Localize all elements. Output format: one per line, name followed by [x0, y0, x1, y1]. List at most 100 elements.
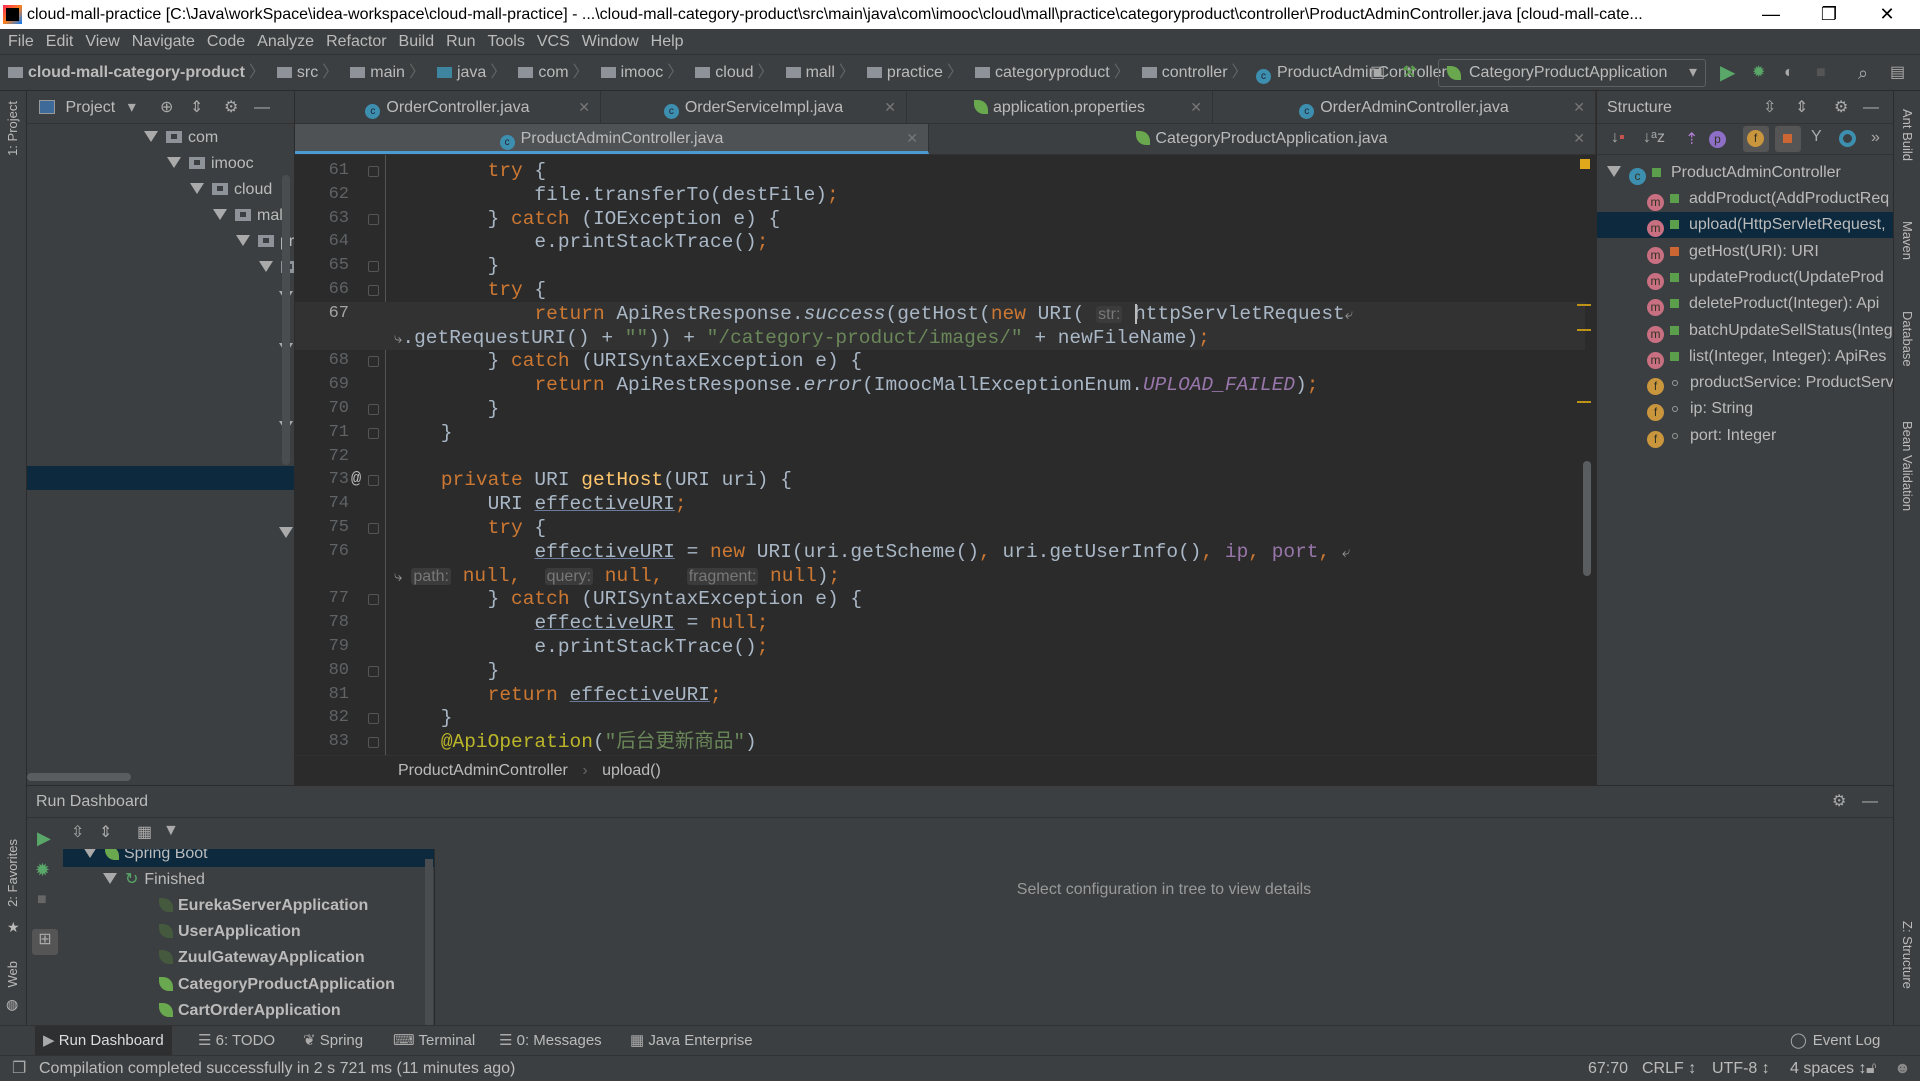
code-line[interactable]: 73 @ private URI getHost(URI uri) { — [295, 468, 1585, 492]
menu-vcs[interactable]: VCS — [537, 33, 570, 50]
tab-productadmincontroller-java[interactable]: c ProductAdminController.java ✕ — [295, 124, 929, 154]
z-structure-tool-button[interactable]: Z: Structure — [1900, 921, 1915, 989]
code-line[interactable]: 74 URI effectiveURI; — [295, 492, 1585, 516]
nav-crumb[interactable]: cloud-mall-category-product 〉 — [0, 55, 265, 91]
favorites-tool-button[interactable]: 2: Favorites — [5, 839, 20, 907]
nav-crumb[interactable]: src 〉 — [269, 55, 338, 91]
menu-window[interactable]: Window — [582, 33, 639, 50]
tool-tab-java-enterprise[interactable]: ▦ Java Enterprise — [622, 1026, 761, 1056]
structure-item[interactable]: m addProduct(AddProductReq — [1597, 186, 1893, 212]
structure-item[interactable]: m list(Integer, Integer): ApiRes — [1597, 344, 1893, 370]
run-with-coverage-icon[interactable]: ◐ — [1784, 55, 1794, 91]
fold-marker-icon[interactable] — [368, 737, 379, 749]
tab-ordercontroller-java[interactable]: c OrderController.java ✕ — [295, 91, 601, 123]
close-tab-icon[interactable]: ✕ — [1190, 91, 1202, 124]
run-config-item[interactable]: CartOrderApplication — [159, 998, 341, 1024]
stop-icon[interactable]: ■ — [1816, 55, 1826, 91]
structure-item[interactable]: f productService: ProductServ — [1597, 370, 1893, 396]
expand-arrow-icon[interactable] — [279, 527, 293, 538]
tool-tab-0-messages[interactable]: ☰ 0: Messages — [491, 1026, 610, 1056]
code-line[interactable]: ⤷ path: null, query: null, fragment: nul… — [295, 564, 1585, 588]
sort-alphabetically-icon[interactable]: ↓ᵃz — [1643, 129, 1665, 147]
restore-button[interactable]: ❐ — [1806, 0, 1852, 29]
error-stripe-mark[interactable] — [1577, 401, 1591, 403]
code-line[interactable]: 68 } catch (URISyntaxException e) { — [295, 349, 1585, 373]
gear-icon[interactable]: ⚙ — [1832, 786, 1846, 818]
project-view-select[interactable]: Project — [65, 99, 115, 116]
search-icon[interactable]: ⌕ — [1858, 55, 1868, 91]
inspection-warning-icon[interactable] — [1580, 159, 1590, 169]
filter-icon[interactable]: ▼ — [163, 822, 179, 840]
hide-icon[interactable]: — — [1863, 91, 1879, 124]
code-line[interactable]: 65 } — [295, 254, 1585, 278]
structure-item[interactable]: f ip: String — [1597, 396, 1893, 422]
tab-application-properties[interactable]: application.properties ✕ — [907, 91, 1213, 123]
code-line[interactable]: 63 } catch (IOException e) { — [295, 207, 1585, 231]
close-tab-icon[interactable]: ✕ — [1573, 91, 1585, 124]
build-hammer-icon[interactable]: ⚒ — [1402, 55, 1416, 91]
run-config-item[interactable]: EurekaServerApplication — [159, 893, 368, 919]
code-line[interactable]: 67 return ApiRestResponse.success(getHos… — [295, 301, 1585, 326]
error-stripe-mark[interactable] — [1577, 329, 1591, 331]
fold-marker-icon[interactable] — [368, 261, 379, 273]
tool-tab-run-dashboard[interactable]: ▶ Run Dashboard — [35, 1026, 172, 1056]
menu-run[interactable]: Run — [446, 33, 475, 50]
layout-icon[interactable]: ▣ — [1370, 55, 1385, 91]
show-non-public-toggle[interactable] — [1775, 126, 1801, 152]
tree-row[interactable]: imooc — [167, 151, 254, 177]
collapse-all-icon[interactable]: ⇕ — [1795, 91, 1808, 124]
run-config-item[interactable]: UserApplication — [159, 919, 301, 945]
event-log-button[interactable]: ◯ Event Log — [1790, 1026, 1880, 1056]
bean-validation-tool-button[interactable]: Bean Validation — [1900, 421, 1915, 511]
fold-marker-icon[interactable] — [368, 166, 379, 177]
code-line[interactable]: 64 e.printStackTrace(); — [295, 230, 1585, 254]
unlock-icon[interactable]: 🔓︎ — [1866, 1056, 1876, 1081]
show-inherited-icon[interactable]: ⇡ — [1685, 129, 1698, 149]
vertical-scrollbar[interactable] — [282, 175, 290, 465]
code-line[interactable]: 72 — [295, 445, 1585, 469]
collapse-all-icon[interactable]: ⇕ — [190, 91, 203, 124]
sort-by-visibility-icon[interactable]: ↓▪ — [1611, 129, 1625, 147]
code-line[interactable]: 79 e.printStackTrace(); — [295, 635, 1585, 659]
fold-marker-icon[interactable] — [368, 356, 379, 368]
menu-code[interactable]: Code — [207, 33, 245, 50]
tree-row-spring-boot[interactable]: Spring Boot — [63, 849, 434, 867]
tree-row[interactable]: com — [144, 125, 218, 151]
breadcrumb-class[interactable]: ProductAdminController — [398, 762, 568, 779]
run-icon[interactable]: ▶ — [37, 828, 51, 849]
project-tool-button[interactable]: 1: Project — [5, 101, 20, 156]
hide-icon[interactable]: — — [254, 91, 270, 124]
tree-row[interactable]: mall — [213, 203, 286, 229]
nav-crumb[interactable]: mall 〉 — [778, 55, 855, 91]
structure-root[interactable]: c ProductAdminController — [1607, 160, 1841, 186]
structure-item[interactable]: m deleteProduct(Integer): Api — [1597, 291, 1893, 317]
expand-arrow-icon[interactable] — [1607, 166, 1621, 177]
locate-icon[interactable]: ⊕ — [160, 91, 173, 124]
tab-orderadmincontroller-java[interactable]: c OrderAdminController.java ✕ — [1213, 91, 1596, 123]
menu-file[interactable]: File — [8, 33, 34, 50]
code-line[interactable]: 80 } — [295, 659, 1585, 683]
structure-item[interactable]: m updateProduct(UpdateProd — [1597, 265, 1893, 291]
close-tab-icon[interactable]: ✕ — [1573, 124, 1585, 153]
menu-analyze[interactable]: Analyze — [257, 33, 314, 50]
tool-tab-6-todo[interactable]: ☰ 6: TODO — [190, 1026, 283, 1056]
hector-inspector-icon[interactable]: ☻ — [1894, 1056, 1911, 1081]
expand-all-icon[interactable]: ⇳ — [1763, 91, 1776, 124]
tab-orderserviceimpl-java[interactable]: c OrderServiceImpl.java ✕ — [601, 91, 907, 123]
editor-scrollbar[interactable] — [1583, 461, 1591, 576]
database-tool-button[interactable]: Database — [1900, 311, 1915, 367]
indent-select[interactable]: 4 spaces ↕ — [1790, 1056, 1866, 1081]
run-icon[interactable]: ▶ — [1720, 55, 1735, 91]
menu-tools[interactable]: Tools — [487, 33, 524, 50]
show-fields-toggle[interactable]: f — [1743, 126, 1769, 152]
nav-crumb[interactable]: controller 〉 — [1134, 55, 1248, 91]
code-line[interactable]: 82 } — [295, 706, 1585, 730]
fold-marker-icon[interactable] — [368, 285, 379, 296]
structure-item[interactable]: f port: Integer — [1597, 423, 1893, 449]
fold-marker-icon[interactable] — [368, 523, 379, 534]
nav-crumb[interactable]: main 〉 — [342, 55, 425, 91]
fold-marker-icon[interactable] — [368, 713, 379, 725]
tab-categoryproductapplication-java[interactable]: CategoryProductApplication.java ✕ — [929, 124, 1596, 154]
code-line[interactable]: 78 effectiveURI = null; — [295, 611, 1585, 635]
nav-crumb[interactable]: categoryproduct 〉 — [967, 55, 1130, 91]
